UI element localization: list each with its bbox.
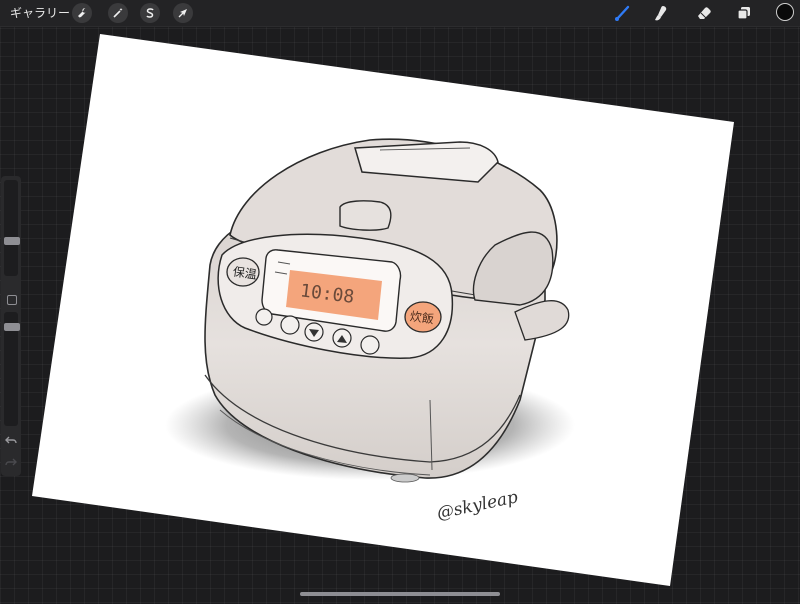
erase-button[interactable] — [693, 3, 715, 23]
modify-button-icon[interactable] — [7, 295, 17, 305]
brush-icon — [615, 5, 630, 21]
magic-wand-icon — [113, 8, 123, 18]
artwork: 10:08 保温 炊飯 @skyleap — [32, 34, 734, 586]
smudge-button[interactable] — [650, 3, 672, 23]
drawing-canvas[interactable]: 10:08 保温 炊飯 @skyleap — [0, 0, 800, 600]
undo-icon[interactable] — [5, 434, 17, 446]
layers-button[interactable] — [733, 3, 755, 23]
selection-button[interactable] — [140, 3, 160, 23]
brush-size-slider[interactable] — [4, 180, 18, 276]
brush-size-handle[interactable] — [4, 237, 20, 246]
layers-icon — [737, 7, 750, 20]
home-indicator — [300, 592, 500, 596]
top-toolbar: ギャラリー — [0, 0, 800, 27]
opacity-handle[interactable] — [4, 322, 20, 331]
adjustments-button[interactable] — [108, 3, 128, 23]
steam-vent — [339, 200, 392, 231]
color-picker-button[interactable] — [776, 3, 794, 21]
wrench-icon — [78, 8, 87, 18]
actions-button[interactable] — [72, 3, 92, 23]
left-sidebar — [1, 176, 21, 476]
eraser-icon — [698, 7, 711, 19]
paint-button[interactable] — [611, 3, 633, 23]
smudge-icon — [655, 6, 667, 21]
selection-s-icon — [146, 8, 154, 18]
arrow-cursor-icon — [178, 9, 187, 18]
gallery-button[interactable]: ギャラリー — [10, 5, 70, 21]
redo-icon[interactable] — [5, 456, 17, 468]
transform-button[interactable] — [173, 3, 193, 23]
